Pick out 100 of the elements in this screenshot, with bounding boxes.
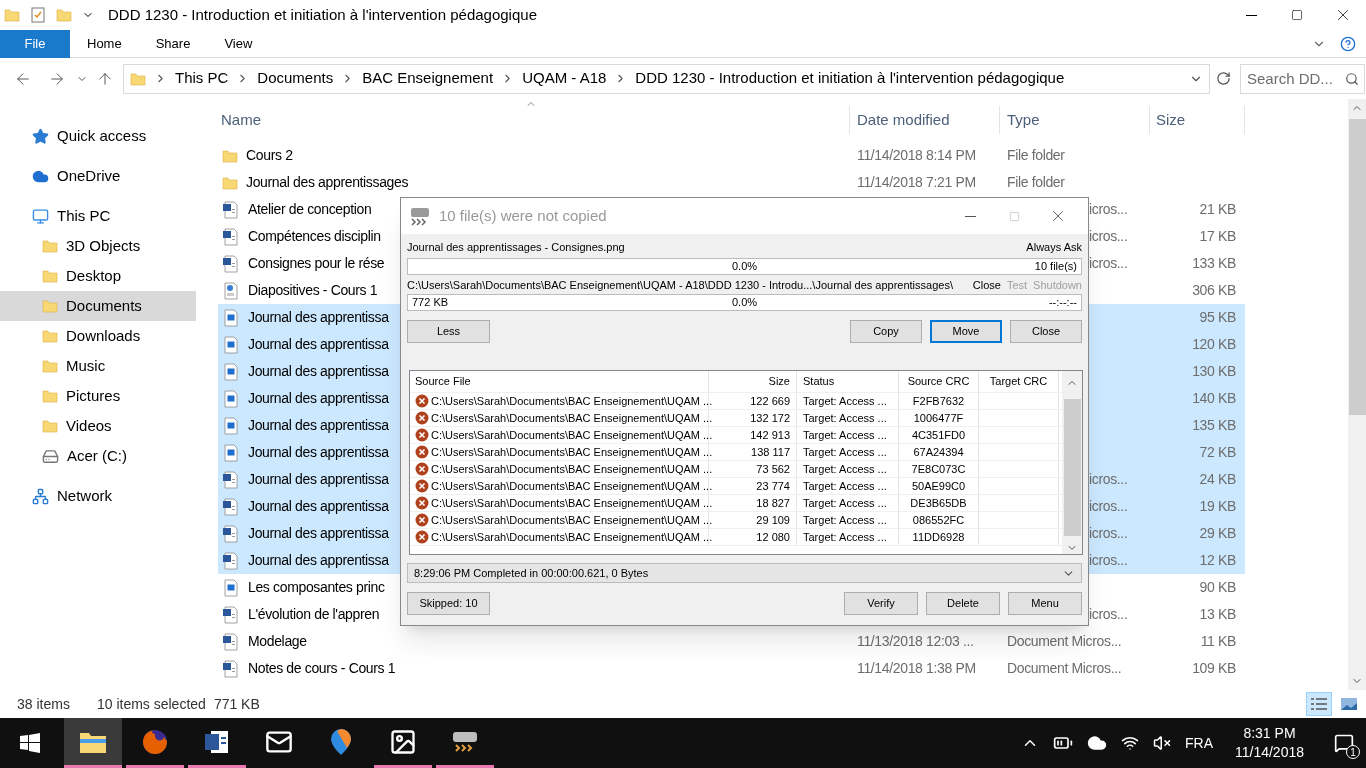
file-type: icros...	[1089, 525, 1128, 541]
table-cell-text: 142 913	[750, 427, 790, 443]
date-modified: 11/13/2018 12:03 ...	[857, 633, 974, 649]
file-size: 135 KB	[1192, 417, 1236, 433]
table-cell-text: F2FB7632	[912, 393, 965, 409]
table-cell-text: Target: Access ...	[803, 444, 887, 460]
file-size: 140 KB	[1192, 390, 1236, 406]
file-name: Journal des apprentissa	[248, 389, 389, 408]
file-name: Journal des apprentissa	[248, 497, 389, 516]
table-cell-text: C:\Users\Sarah\Documents\BAC Enseignement\UQAM ...	[431, 393, 713, 409]
file-type: icros...	[1089, 471, 1128, 487]
file-name: Journal des apprentissa	[248, 416, 389, 435]
table-cell-text: Target: Access ...	[803, 410, 887, 426]
file-size: 21 KB	[1199, 201, 1236, 217]
file-size: 95 KB	[1199, 309, 1236, 325]
file-type: icros...	[1089, 606, 1128, 622]
progress-percent: 0.0%	[731, 259, 758, 275]
file-type: icros...	[1089, 498, 1128, 514]
window-title: DDD 1230 - Introduction et initiation à l'intervention pédagogique	[108, 4, 537, 25]
file-type: Document Micros...	[1007, 660, 1122, 676]
table-cell-text: 11DD6928	[912, 529, 965, 545]
table-cell-text: 29 109	[756, 512, 790, 528]
file-size: 772 KB	[412, 295, 449, 311]
file-name: Compétences disciplin	[248, 227, 381, 246]
file-type: icros...	[1089, 255, 1128, 271]
table-cell-text: 23 774	[756, 478, 790, 494]
notification-count: 1	[1346, 745, 1360, 759]
table-cell-text: 122 669	[750, 393, 790, 409]
table-cell-text: Target: Access ...	[803, 427, 887, 443]
file-name: Consignes pour le rése	[248, 254, 385, 273]
file-name: Journal des apprentissa	[248, 335, 389, 354]
file-size: 11 KB	[1200, 633, 1236, 649]
date-modified: 11/14/2018 1:38 PM	[857, 660, 976, 676]
table-cell-text: 138 117	[751, 444, 790, 460]
table-cell-text: Target: Access ...	[803, 512, 887, 528]
table-cell-text: C:\Users\Sarah\Documents\BAC Enseignement\UQAM ...	[431, 478, 713, 494]
table-cell-text: 18 827	[756, 495, 790, 511]
table-cell-text: C:\Users\Sarah\Documents\BAC Enseignement\UQAM ...	[431, 495, 713, 511]
file-count: 10 file(s)	[1034, 259, 1077, 275]
table-cell-text: DE3B65DB	[910, 495, 967, 511]
file-size: 24 KB	[1199, 471, 1236, 487]
dialog-title: 10 file(s) were not copied	[439, 205, 607, 226]
file-name: Les composantes princ	[248, 578, 385, 597]
table-cell-text: 73 562	[756, 461, 790, 477]
selection-size: 771 KB	[213, 694, 260, 714]
table-cell-text: C:\Users\Sarah\Documents\BAC Enseignement\UQAM ...	[431, 512, 713, 528]
table-cell-text: Target: Access ...	[803, 461, 887, 477]
table-cell-text: C:\Users\Sarah\Documents\BAC Enseignement\UQAM ...	[431, 427, 713, 443]
file-size: 19 KB	[1199, 498, 1236, 514]
date-modified: 11/14/2018 8:14 PM	[857, 147, 976, 163]
table-cell-text: 50AE99C0	[911, 478, 966, 494]
file-name: Journal des apprentissa	[248, 443, 389, 462]
file-size: 120 KB	[1192, 336, 1236, 352]
target-path: C:\Users\Sarah\Documents\BAC Enseignement\UQAM - A18\DDD 1230 - Introdu...\Journal des apprentissages\	[407, 277, 953, 293]
file-name: Journal des apprentissa	[248, 470, 389, 489]
file-size: 72 KB	[1199, 444, 1236, 460]
file-name: Atelier de conception	[248, 200, 372, 219]
table-cell-text: C:\Users\Sarah\Documents\BAC Enseignement\UQAM ...	[431, 461, 713, 477]
file-name: Journal des apprentissa	[248, 551, 389, 570]
table-cell-text: 4C351FD0	[911, 427, 966, 443]
table-cell-text: 086552FC	[912, 512, 965, 528]
file-type: icros...	[1089, 552, 1128, 568]
progress-percent: 0.0%	[731, 295, 758, 311]
table-cell-text: 12 080	[756, 529, 790, 545]
file-name: Cours 2	[246, 146, 293, 165]
file-type: File folder	[1007, 147, 1065, 163]
file-size: 17 KB	[1199, 228, 1236, 244]
table-cell-text: Target: Access ...	[803, 393, 887, 409]
file-type: icros...	[1089, 201, 1128, 217]
file-name: L'évolution de l'appren	[248, 605, 380, 624]
item-count: 38 items	[17, 694, 70, 714]
date-modified: 11/14/2018 7:21 PM	[857, 174, 976, 190]
current-file-name: Journal des apprentissages - Consignes.png	[407, 240, 625, 256]
file-name: Journal des apprentissa	[248, 308, 389, 327]
file-size: 130 KB	[1192, 363, 1236, 379]
file-name: Modelage	[248, 632, 307, 651]
file-name: Journal des apprentissa	[248, 362, 389, 381]
selection-count: 10 items selected	[96, 694, 206, 714]
table-cell-text: Target: Access ...	[803, 478, 887, 494]
table-cell-text: C:\Users\Sarah\Documents\BAC Enseignement\UQAM ...	[431, 529, 713, 545]
file-type: File folder	[1007, 174, 1065, 190]
file-name: Diapositives - Cours 1	[248, 281, 378, 300]
table-cell-text: 132 172	[750, 410, 790, 426]
file-size: 90 KB	[1199, 579, 1236, 595]
table-cell-text: Target: Access ...	[803, 529, 887, 545]
table-cell-text: C:\Users\Sarah\Documents\BAC Enseignement\UQAM ...	[431, 410, 713, 426]
time-remaining: --:--:--	[1048, 295, 1077, 311]
table-cell-text: 7E8C073C	[911, 461, 966, 477]
file-type: Document Micros...	[1007, 633, 1122, 649]
file-size: 109 KB	[1192, 660, 1236, 676]
file-size: 133 KB	[1192, 255, 1236, 271]
file-name: Journal des apprentissa	[248, 524, 389, 543]
file-size: 29 KB	[1199, 525, 1236, 541]
file-size: 306 KB	[1192, 282, 1236, 298]
table-cell-text: C:\Users\Sarah\Documents\BAC Enseignement\UQAM ...	[431, 444, 713, 460]
table-cell-text: 67A24394	[913, 444, 964, 460]
file-size: 12 KB	[1199, 552, 1236, 568]
table-cell-text: Target: Access ...	[803, 495, 887, 511]
file-name: Journal des apprentissages	[246, 173, 409, 192]
file-name: Notes de cours - Cours 1	[248, 659, 396, 678]
